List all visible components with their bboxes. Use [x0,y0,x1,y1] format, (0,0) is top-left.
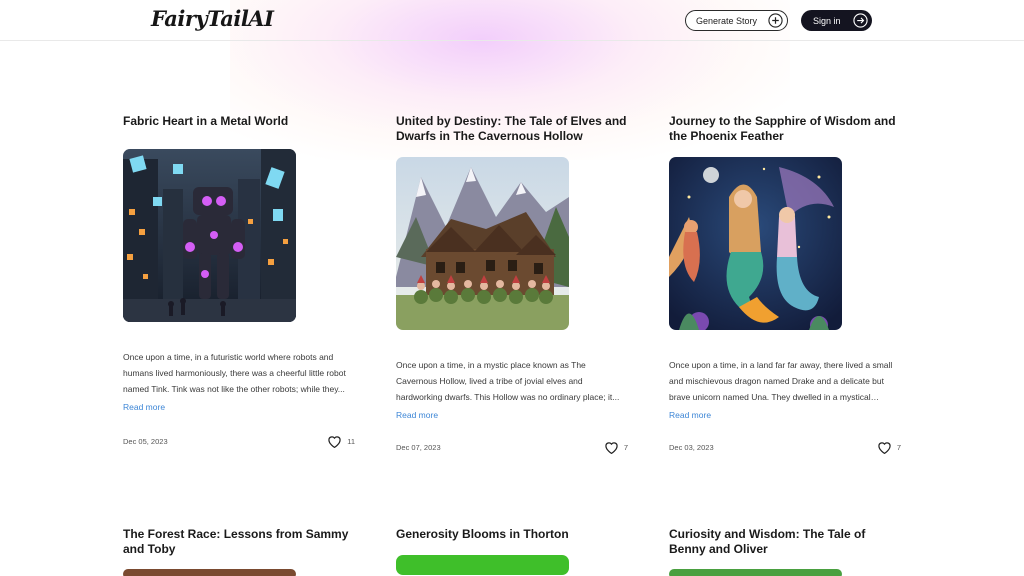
like-count: 11 [347,437,355,446]
story-date: Dec 03, 2023 [669,443,714,452]
mermaids-illustration [669,157,842,330]
heart-icon[interactable] [877,441,892,454]
story-title[interactable]: Curiosity and Wisdom: The Tale of Benny … [669,527,901,557]
story-card[interactable]: Generosity Blooms in Thorton [396,527,628,575]
read-more-link[interactable]: Read more [123,401,165,413]
story-meta: Dec 05, 2023 11 [123,435,355,448]
sign-in-button[interactable]: Sign in [801,10,872,31]
like-control: 7 [604,441,628,454]
story-excerpt: Once upon a time, in a mystic place know… [396,360,620,402]
like-count: 7 [623,443,628,452]
sign-in-label: Sign in [813,15,841,26]
story-title[interactable]: United by Destiny: The Tale of Elves and… [396,114,628,144]
story-card[interactable]: Fabric Heart in a Metal World Once upon … [123,114,355,448]
heart-icon[interactable] [604,441,619,454]
read-more-link[interactable]: Read more [396,409,438,421]
story-card[interactable]: Journey to the Sapphire of Wisdom and th… [669,114,901,454]
story-thumbnail[interactable] [123,569,296,576]
arrow-right-circle-icon [853,13,868,28]
robot-city-illustration [123,149,296,322]
story-date: Dec 07, 2023 [396,443,441,452]
story-thumbnail[interactable] [396,555,569,575]
story-meta: Dec 07, 2023 7 [396,441,628,454]
read-more-link[interactable]: Read more [669,409,711,421]
plus-circle-icon [768,13,783,28]
story-date: Dec 05, 2023 [123,437,168,446]
story-title[interactable]: Generosity Blooms in Thorton [396,527,628,542]
story-thumbnail[interactable] [123,149,296,322]
story-card[interactable]: Curiosity and Wisdom: The Tale of Benny … [669,527,901,576]
generate-story-label: Generate Story [696,15,758,26]
site-logo[interactable]: FairyTailAI [151,6,274,31]
story-thumbnail[interactable] [396,157,569,330]
like-control: 11 [327,435,355,448]
like-control: 7 [877,441,901,454]
story-title[interactable]: Fabric Heart in a Metal World [123,114,355,129]
story-card[interactable]: United by Destiny: The Tale of Elves and… [396,114,628,454]
generate-story-button[interactable]: Generate Story [685,10,788,31]
story-excerpt: Once upon a time, in a futuristic world … [123,352,346,394]
story-meta: Dec 03, 2023 7 [669,441,901,454]
site-header: FairyTailAI Generate Story Sign in [0,0,1024,41]
story-thumbnail[interactable] [669,569,842,576]
like-count: 7 [896,443,901,452]
story-excerpt: Once upon a time, in a land far far away… [669,360,893,402]
heart-icon[interactable] [327,435,342,448]
story-title[interactable]: The Forest Race: Lessons from Sammy and … [123,527,355,557]
story-thumbnail[interactable] [669,157,842,330]
story-title[interactable]: Journey to the Sapphire of Wisdom and th… [669,114,901,144]
elves-dwarfs-lodge-illustration [396,157,569,330]
story-card[interactable]: The Forest Race: Lessons from Sammy and … [123,527,355,576]
